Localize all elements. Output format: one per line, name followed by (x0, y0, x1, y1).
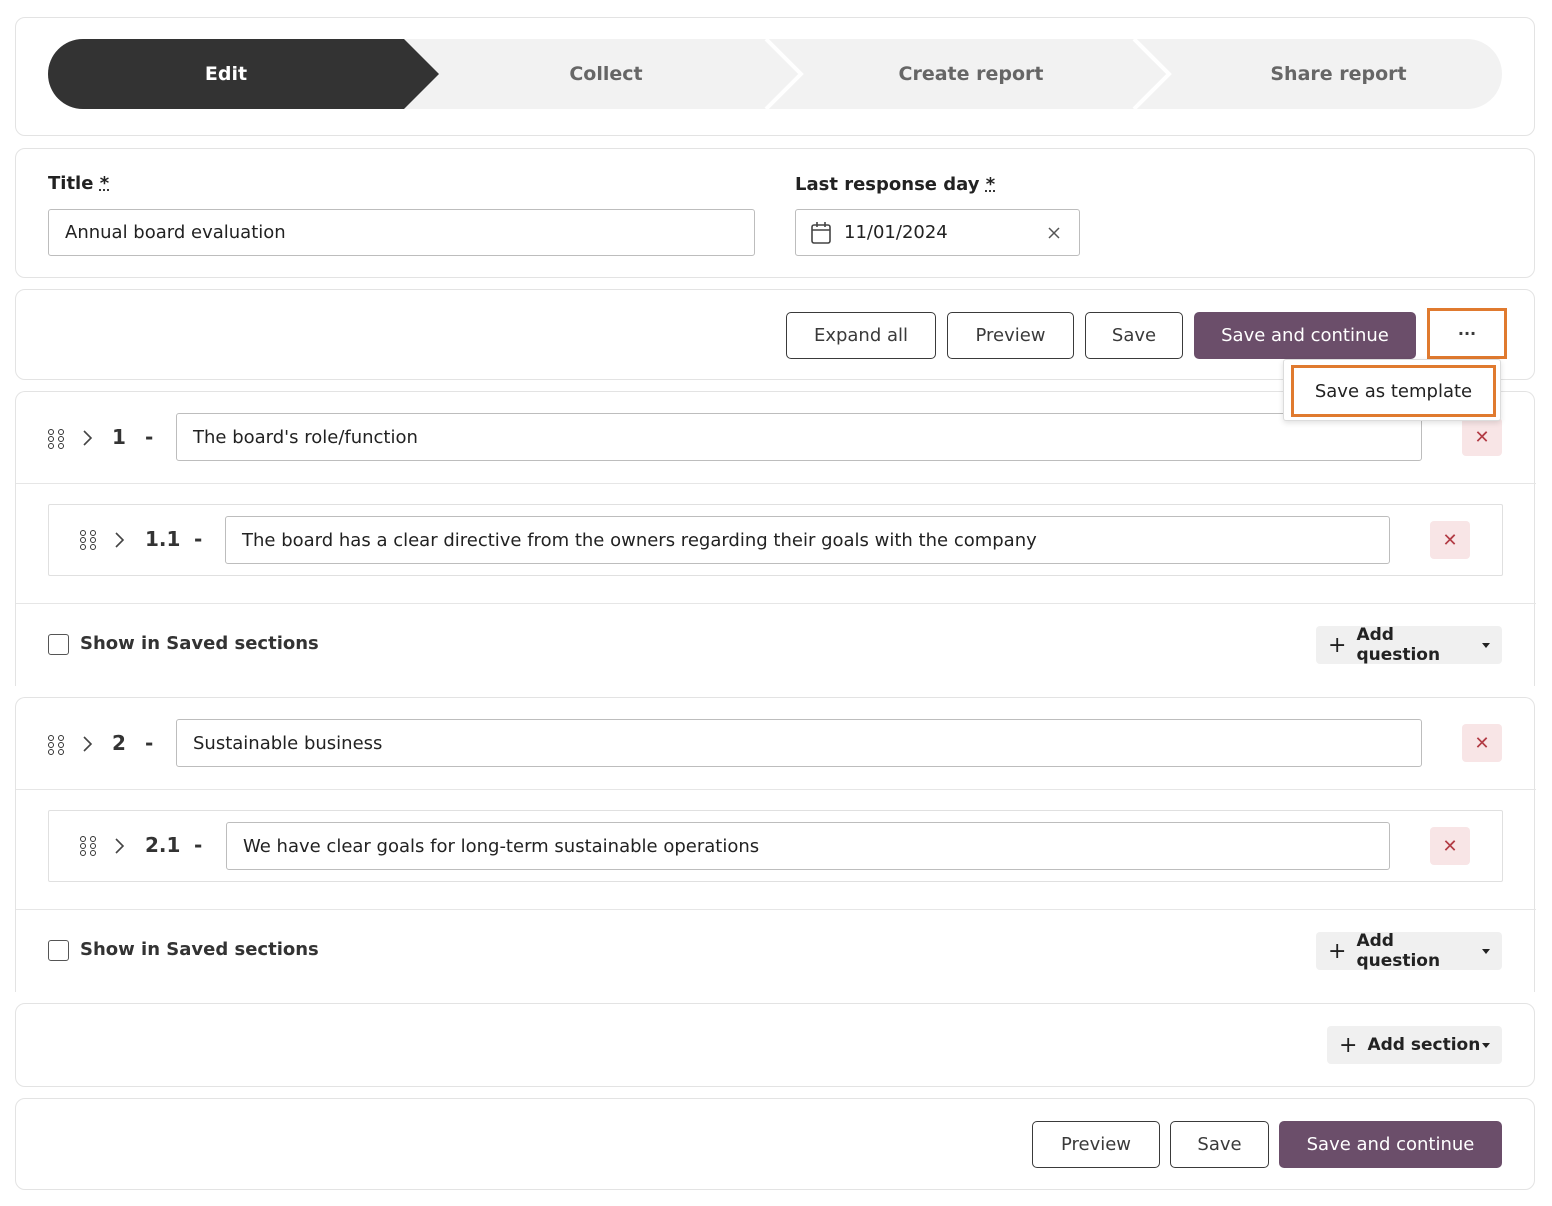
title-label: Title * (48, 173, 110, 194)
show-in-saved-label: Show in Saved sections (80, 939, 319, 960)
section-dash: - (145, 425, 154, 449)
question-row: 2.1 - We have clear goals for long-term … (48, 810, 1503, 882)
step-collect[interactable]: Collect (436, 39, 776, 109)
divider (16, 789, 1536, 790)
step-share-report[interactable]: Share report (1176, 39, 1501, 109)
chevron-right-icon[interactable] (80, 734, 94, 754)
save-as-template-menu-item[interactable]: Save as template (1291, 365, 1496, 417)
footer-save-button[interactable]: Save (1170, 1121, 1269, 1168)
question-dash: - (194, 527, 203, 551)
save-and-continue-button[interactable]: Save and continue (1194, 312, 1416, 359)
footer-preview-button[interactable]: Preview (1032, 1121, 1160, 1168)
expand-all-button[interactable]: Expand all (786, 312, 936, 359)
section-card: 1 - The board's role/function ✕ 1.1 - Th… (15, 391, 1536, 686)
plus-icon: + (1328, 938, 1347, 964)
add-section-label: Add section (1367, 1035, 1481, 1055)
stepper-card: Edit Collect Create report Share report (15, 17, 1535, 136)
clear-icon[interactable] (1047, 226, 1061, 240)
section-card: 2 - Sustainable business ✕ 2.1 - We have… (15, 697, 1536, 992)
delete-question-button[interactable]: ✕ (1430, 521, 1470, 559)
add-section-card: + Add section (15, 1003, 1535, 1087)
close-icon: ✕ (1474, 426, 1490, 448)
section-number: 2 (112, 731, 126, 755)
title-input[interactable]: Annual board evaluation (48, 209, 755, 256)
chevron-right-icon[interactable] (112, 836, 126, 856)
form-card: Title * Annual board evaluation Last res… (15, 148, 1535, 278)
section-dash: - (145, 731, 154, 755)
add-question-button[interactable]: + Add question (1316, 625, 1502, 665)
chevron-right-icon[interactable] (112, 530, 126, 550)
question-text-input[interactable]: The board has a clear directive from the… (225, 516, 1390, 564)
close-icon: ✕ (1474, 732, 1490, 754)
divider (16, 909, 1536, 910)
required-mark: * (99, 173, 110, 194)
required-mark: * (985, 174, 996, 195)
question-dash: - (194, 833, 203, 857)
add-question-label: Add question (1356, 625, 1441, 665)
divider (16, 603, 1536, 604)
step-create-report[interactable]: Create report (806, 39, 1136, 109)
delete-section-button[interactable]: ✕ (1462, 418, 1502, 456)
show-in-saved-label: Show in Saved sections (80, 633, 319, 654)
caret-down-icon[interactable] (1482, 642, 1490, 648)
question-number: 2.1 (145, 833, 181, 857)
drag-handle-icon[interactable] (80, 836, 96, 856)
footer-save-and-continue-button[interactable]: Save and continue (1279, 1121, 1502, 1168)
caret-down-icon[interactable] (1482, 1042, 1490, 1048)
preview-button[interactable]: Preview (947, 312, 1074, 359)
show-in-saved-checkbox[interactable] (48, 940, 69, 961)
question-number: 1.1 (145, 527, 181, 551)
section-title-input[interactable]: Sustainable business (176, 719, 1422, 767)
section-title-input[interactable]: The board's role/function (176, 413, 1422, 461)
date-input[interactable]: 11/01/2024 (795, 209, 1080, 256)
date-label: Last response day * (795, 174, 996, 195)
date-value: 11/01/2024 (844, 222, 948, 243)
caret-down-icon[interactable] (1482, 948, 1490, 954)
more-icon: ··· (1457, 324, 1477, 343)
show-in-saved-checkbox[interactable] (48, 634, 69, 655)
drag-handle-icon[interactable] (48, 429, 64, 449)
plus-icon: + (1328, 632, 1347, 658)
question-row: 1.1 - The board has a clear directive fr… (48, 504, 1503, 576)
divider (16, 483, 1536, 484)
footer-card: Preview Save Save and continue (15, 1098, 1535, 1190)
question-text-input[interactable]: We have clear goals for long-term sustai… (226, 822, 1390, 870)
add-question-label: Add question (1356, 931, 1441, 971)
close-icon: ✕ (1442, 835, 1458, 857)
close-icon: ✕ (1442, 529, 1458, 551)
delete-question-button[interactable]: ✕ (1430, 827, 1470, 865)
add-question-button[interactable]: + Add question (1316, 931, 1502, 971)
add-section-button[interactable]: + Add section (1327, 1026, 1502, 1064)
section-number: 1 (112, 425, 126, 449)
more-options-button[interactable]: ··· (1427, 308, 1507, 359)
drag-handle-icon[interactable] (80, 530, 96, 550)
save-button[interactable]: Save (1085, 312, 1183, 359)
more-options-menu: Save as template (1283, 359, 1501, 421)
drag-handle-icon[interactable] (48, 735, 64, 755)
calendar-icon[interactable] (810, 221, 832, 245)
chevron-right-icon[interactable] (80, 428, 94, 448)
step-edit[interactable]: Edit (48, 39, 404, 109)
plus-icon: + (1339, 1032, 1358, 1058)
delete-section-button[interactable]: ✕ (1462, 724, 1502, 762)
